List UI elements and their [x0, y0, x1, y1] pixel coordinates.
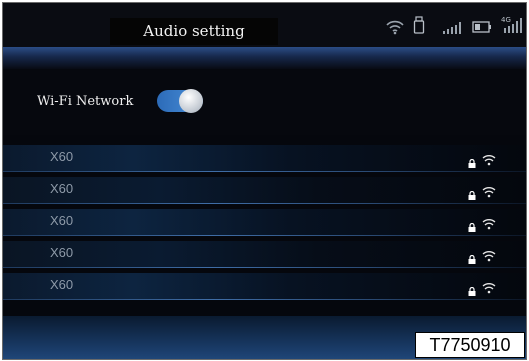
network-name: X60 — [50, 213, 74, 228]
network-row[interactable]: X60 — [3, 241, 526, 268]
network-name: X60 — [50, 245, 74, 260]
lock-icon — [468, 217, 476, 236]
row-divider — [3, 267, 526, 268]
network-name: X60 — [50, 149, 74, 164]
row-divider — [3, 203, 526, 204]
status-bar: Audio setting 4G — [3, 3, 526, 47]
network-row[interactable]: X60 — [3, 177, 526, 204]
usb-icon — [413, 16, 425, 34]
lock-icon — [468, 281, 476, 300]
row-divider — [3, 299, 526, 300]
toggle-knob — [179, 89, 203, 113]
wifi-signal-icon — [482, 215, 496, 234]
wifi-network-label: Wi-Fi Network — [37, 94, 134, 109]
4g-label: 4G — [501, 16, 511, 24]
network-name: X60 — [50, 277, 74, 292]
network-row[interactable]: X60 — [3, 209, 526, 236]
wifi-icon — [386, 19, 404, 35]
head-unit-screen: Audio setting 4G Wi-Fi Network X60 X60 X… — [2, 2, 527, 360]
page-title: Audio setting — [110, 18, 278, 45]
network-row[interactable]: X60 — [3, 273, 526, 300]
row-divider — [3, 171, 526, 172]
battery-icon — [472, 21, 492, 33]
wifi-signal-icon — [482, 151, 496, 170]
wifi-signal-icon — [482, 183, 496, 202]
4g-signal-icon: 4G — [501, 15, 523, 35]
signal-icon — [442, 19, 464, 35]
lock-icon — [468, 185, 476, 204]
network-name: X60 — [50, 181, 74, 196]
lock-icon — [468, 153, 476, 172]
wifi-signal-icon — [482, 279, 496, 298]
network-row[interactable]: X60 — [3, 145, 526, 172]
header-glow — [3, 47, 526, 69]
wifi-toggle[interactable] — [157, 89, 203, 113]
row-divider — [3, 235, 526, 236]
figure-reference-code: T7750910 — [415, 332, 525, 358]
lock-icon — [468, 249, 476, 268]
wifi-signal-icon — [482, 247, 496, 266]
